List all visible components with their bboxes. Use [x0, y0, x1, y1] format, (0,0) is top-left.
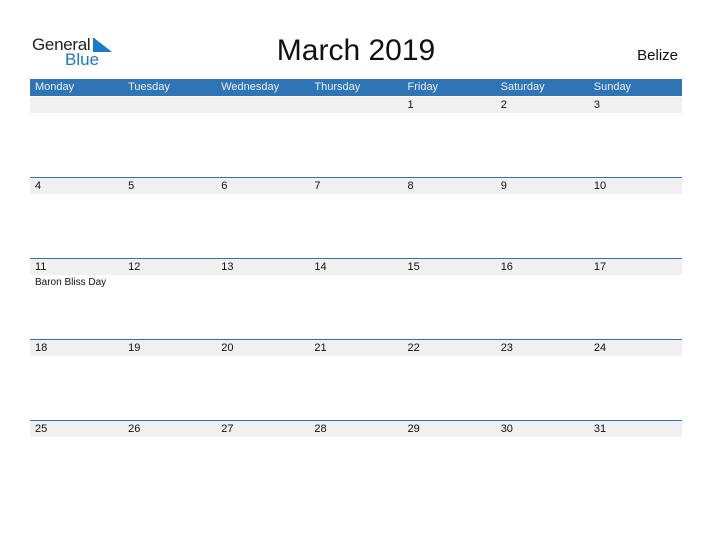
day-cell: 18	[30, 340, 123, 421]
day-cell	[30, 97, 123, 178]
weekday-wednesday: Wednesday	[221, 81, 280, 93]
day-cell: 16	[496, 259, 589, 340]
day-number: 8	[407, 180, 414, 192]
day-number: 9	[500, 180, 507, 192]
day-cell: 7	[309, 178, 402, 259]
day-number: 30	[500, 423, 513, 435]
week-row: 11 Baron Bliss Day 12 13 14 15 16 17	[30, 258, 682, 340]
day-number: 28	[314, 423, 327, 435]
day-number: 13	[221, 261, 234, 273]
day-cell: 30	[496, 421, 589, 502]
day-cell	[216, 97, 309, 178]
day-number: 16	[500, 261, 513, 273]
day-cell: 13	[216, 259, 309, 340]
day-number: 31	[593, 423, 607, 435]
day-number: 6	[221, 180, 228, 192]
week-row: 25 26 27 28 29 30 31	[30, 420, 682, 502]
day-number: 4	[35, 180, 42, 192]
week-row: 4 5 6 7 8 9 10	[30, 177, 682, 259]
day-number: 29	[407, 423, 420, 435]
day-cell: 6	[216, 178, 309, 259]
day-cell: 20	[216, 340, 309, 421]
day-number: 21	[314, 342, 327, 354]
day-cell: 27	[216, 421, 309, 502]
week-row: 18 19 20 21 22 23 24	[30, 339, 682, 421]
day-number: 17	[593, 261, 607, 273]
day-cell: 8	[403, 178, 496, 259]
weekday-monday: Monday	[35, 81, 75, 93]
day-number: 18	[35, 342, 48, 354]
week-row: 1 2 3	[30, 97, 682, 178]
day-number: 3	[593, 99, 600, 111]
weekday-header: Monday Tuesday Wednesday Thursday Friday…	[30, 79, 682, 96]
day-cell: 2	[496, 97, 589, 178]
weekday-saturday: Saturday	[500, 81, 545, 93]
day-number: 10	[593, 180, 607, 192]
day-number: 19	[128, 342, 141, 354]
day-number: 24	[593, 342, 607, 354]
day-number: 22	[407, 342, 420, 354]
day-number: 20	[221, 342, 234, 354]
day-number: 27	[221, 423, 234, 435]
day-cell	[123, 97, 216, 178]
weekday-sunday: Sunday	[593, 81, 632, 93]
day-cell: 17	[589, 259, 682, 340]
day-cell: 19	[123, 340, 216, 421]
day-cell: 10	[589, 178, 682, 259]
day-number: 11	[35, 261, 47, 273]
day-cell: 22	[403, 340, 496, 421]
day-number: 15	[407, 261, 420, 273]
day-cell: 31	[589, 421, 682, 502]
day-cell: 3	[589, 97, 682, 178]
day-cell: 29	[403, 421, 496, 502]
day-cell: 11 Baron Bliss Day	[30, 259, 123, 340]
day-number: 12	[128, 261, 141, 273]
day-cell: 12	[123, 259, 216, 340]
day-cell: 15	[403, 259, 496, 340]
day-cell: 14	[309, 259, 402, 340]
day-cell: 26	[123, 421, 216, 502]
day-cell: 5	[123, 178, 216, 259]
holiday-label: Baron Bliss Day	[35, 277, 107, 288]
day-number: 1	[407, 99, 414, 111]
weekday-thursday: Thursday	[314, 81, 361, 93]
day-cell: 23	[496, 340, 589, 421]
day-cell: 9	[496, 178, 589, 259]
day-number: 14	[314, 261, 327, 273]
day-number: 23	[500, 342, 513, 354]
weekday-tuesday: Tuesday	[128, 81, 170, 93]
day-number: 25	[35, 423, 48, 435]
day-cell: 4	[30, 178, 123, 259]
day-cell: 25	[30, 421, 123, 502]
day-number: 5	[128, 180, 135, 192]
country-label: Belize	[637, 47, 678, 64]
day-cell	[309, 97, 402, 178]
day-cell: 28	[309, 421, 402, 502]
page-title: March 2019	[276, 34, 436, 67]
day-cell: 21	[309, 340, 402, 421]
day-cell: 1	[403, 97, 496, 178]
day-number: 26	[128, 423, 141, 435]
day-number: 2	[500, 99, 507, 111]
weekday-friday: Friday	[407, 81, 439, 93]
day-cell: 24	[589, 340, 682, 421]
day-number: 7	[314, 180, 321, 192]
